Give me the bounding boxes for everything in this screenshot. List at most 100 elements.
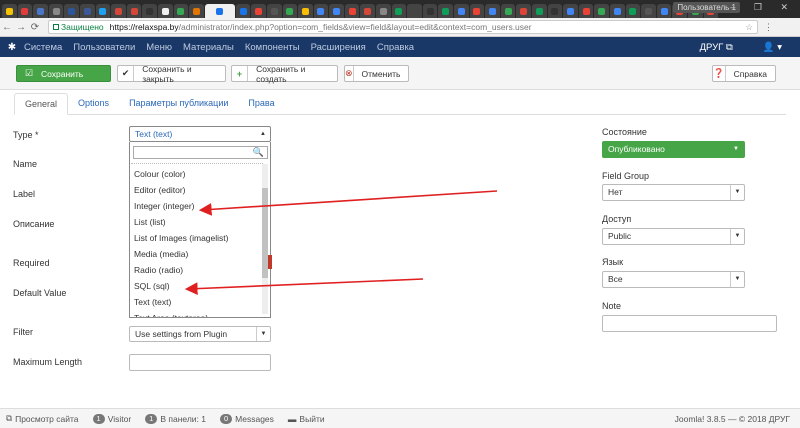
browser-tab[interactable] — [2, 4, 17, 18]
window-controls[interactable]: – ❐ ✕ — [730, 2, 796, 13]
access-select[interactable]: Public ▼ — [602, 228, 745, 245]
nav-users[interactable]: Пользователи — [73, 42, 135, 53]
nav-extensions[interactable]: Расширения — [311, 42, 366, 53]
tab-permissions[interactable]: Права — [238, 93, 284, 115]
browser-tab[interactable] — [563, 4, 578, 18]
type-select[interactable]: Text (text) ▲ — [129, 126, 271, 142]
view-site-link[interactable]: ⧉ Просмотр сайта — [6, 413, 79, 424]
browser-tab[interactable] — [329, 4, 344, 18]
option-imagelist[interactable]: List of Images (imagelist) — [130, 230, 262, 246]
option-sql[interactable]: SQL (sql) — [130, 278, 262, 294]
field-group-select[interactable]: Нет ▼ — [602, 184, 745, 201]
filter-select[interactable]: Use settings from Plugin ▼ — [129, 326, 271, 342]
state-select[interactable]: Опубликовано ▼ — [602, 141, 745, 158]
browser-tab[interactable] — [407, 4, 422, 18]
browser-tab[interactable] — [266, 4, 282, 18]
option-list[interactable]: List (list) — [130, 214, 262, 230]
user-icon[interactable]: 👤 ▾ — [763, 42, 782, 53]
favicon-icon — [629, 7, 637, 15]
browser-tab[interactable] — [95, 4, 111, 18]
browser-tab[interactable] — [454, 4, 469, 18]
language-select[interactable]: Все ▼ — [602, 271, 745, 288]
browser-tab[interactable] — [126, 4, 142, 18]
help-button[interactable]: ❓ Справка — [712, 65, 776, 82]
option-radio[interactable]: Radio (radio) — [130, 262, 262, 278]
option-colour[interactable]: Colour (color) — [130, 166, 262, 182]
option-media[interactable]: Media (media) — [130, 246, 262, 262]
reload-icon[interactable]: ⟳ — [28, 22, 42, 33]
browser-tab[interactable] — [79, 4, 95, 18]
browser-tab[interactable] — [485, 4, 500, 18]
forward-icon[interactable]: → — [14, 22, 28, 33]
required-toggle-edge[interactable] — [268, 255, 272, 269]
url-input[interactable]: Защищено https://relaxspa.by/administrat… — [48, 20, 758, 34]
browser-tab[interactable] — [516, 4, 531, 18]
favicon-icon — [504, 7, 512, 15]
nav-help[interactable]: Справка — [377, 42, 414, 53]
browser-tab[interactable] — [313, 4, 329, 18]
browser-tab[interactable] — [438, 4, 454, 18]
tab-publishing[interactable]: Параметры публикации — [119, 93, 238, 115]
browser-tab[interactable] — [282, 4, 298, 18]
cancel-button[interactable]: ⊗ Отменить — [344, 65, 409, 82]
browser-tab[interactable] — [500, 4, 516, 18]
browser-tab[interactable] — [532, 4, 547, 18]
note-input[interactable] — [602, 315, 777, 332]
back-icon[interactable]: ← — [0, 22, 14, 33]
browser-tab[interactable] — [142, 4, 157, 18]
tab-general[interactable]: General — [14, 93, 69, 115]
option-textarea[interactable]: Text Area (textarea) — [130, 310, 262, 317]
chevron-down-icon: ▼ — [730, 229, 744, 244]
browser-tab[interactable] — [235, 4, 251, 18]
option-text[interactable]: Text (text) — [130, 294, 262, 310]
browser-tab[interactable] — [64, 4, 79, 18]
messages-link[interactable]: 0 Messages — [220, 413, 274, 424]
chevron-down-icon: ▼ — [730, 185, 744, 200]
browser-tab[interactable] — [376, 4, 391, 18]
dropdown-search-input[interactable]: 🔍 — [133, 146, 268, 159]
browser-tab[interactable] — [204, 4, 235, 18]
browser-tab[interactable] — [251, 4, 266, 18]
joomla-logo-icon[interactable]: ✱ — [0, 42, 24, 53]
save-button[interactable]: ☑ Сохранить — [16, 65, 111, 82]
browser-menu-icon[interactable]: ⋮ — [764, 22, 773, 33]
browser-tab[interactable] — [111, 4, 126, 18]
browser-tab[interactable] — [157, 4, 173, 18]
option-integer[interactable]: Integer (integer) — [130, 198, 262, 214]
nav-menus[interactable]: Меню — [146, 42, 172, 53]
browser-tab[interactable] — [48, 4, 64, 18]
dropdown-scrollbar[interactable] — [262, 164, 268, 314]
logout-link[interactable]: ▬ Выйти — [288, 414, 325, 424]
bookmark-star-icon[interactable]: ☆ — [745, 22, 753, 33]
site-link[interactable]: ДРУГ ⧉ — [700, 42, 733, 53]
nav-content[interactable]: Материалы — [183, 42, 234, 53]
browser-tab[interactable] — [594, 4, 609, 18]
browser-tab[interactable] — [641, 4, 656, 18]
visitors-indicator: 1 Visitor — [92, 413, 131, 424]
nav-components[interactable]: Компоненты — [245, 42, 300, 53]
tab-options[interactable]: Options — [68, 93, 119, 115]
browser-tab[interactable] — [469, 4, 485, 18]
browser-tab[interactable] — [189, 4, 204, 18]
state-label: Состояние — [602, 127, 647, 137]
browser-tab[interactable] — [609, 4, 625, 18]
browser-tab[interactable] — [547, 4, 563, 18]
chevron-up-icon: ▲ — [260, 131, 266, 137]
browser-tab[interactable] — [422, 4, 438, 18]
browser-tab[interactable] — [360, 4, 376, 18]
save-new-button[interactable]: + Сохранить и создать — [231, 64, 338, 84]
maximum-length-input[interactable] — [129, 354, 271, 371]
browser-tab[interactable] — [298, 4, 313, 18]
browser-tab[interactable] — [173, 4, 189, 18]
browser-tab[interactable] — [33, 4, 48, 18]
nav-system[interactable]: Система — [24, 42, 62, 53]
browser-tab[interactable] — [625, 4, 641, 18]
browser-tab[interactable] — [391, 4, 407, 18]
browser-tab[interactable] — [578, 4, 594, 18]
browser-tab[interactable] — [344, 4, 360, 18]
browser-tab[interactable] — [17, 4, 33, 18]
save-close-button[interactable]: ✔ Сохранить и закрыть — [117, 64, 226, 84]
option-editor[interactable]: Editor (editor) — [130, 182, 262, 198]
secure-indicator[interactable]: Защищено — [53, 22, 104, 32]
browser-tab[interactable] — [656, 4, 672, 18]
